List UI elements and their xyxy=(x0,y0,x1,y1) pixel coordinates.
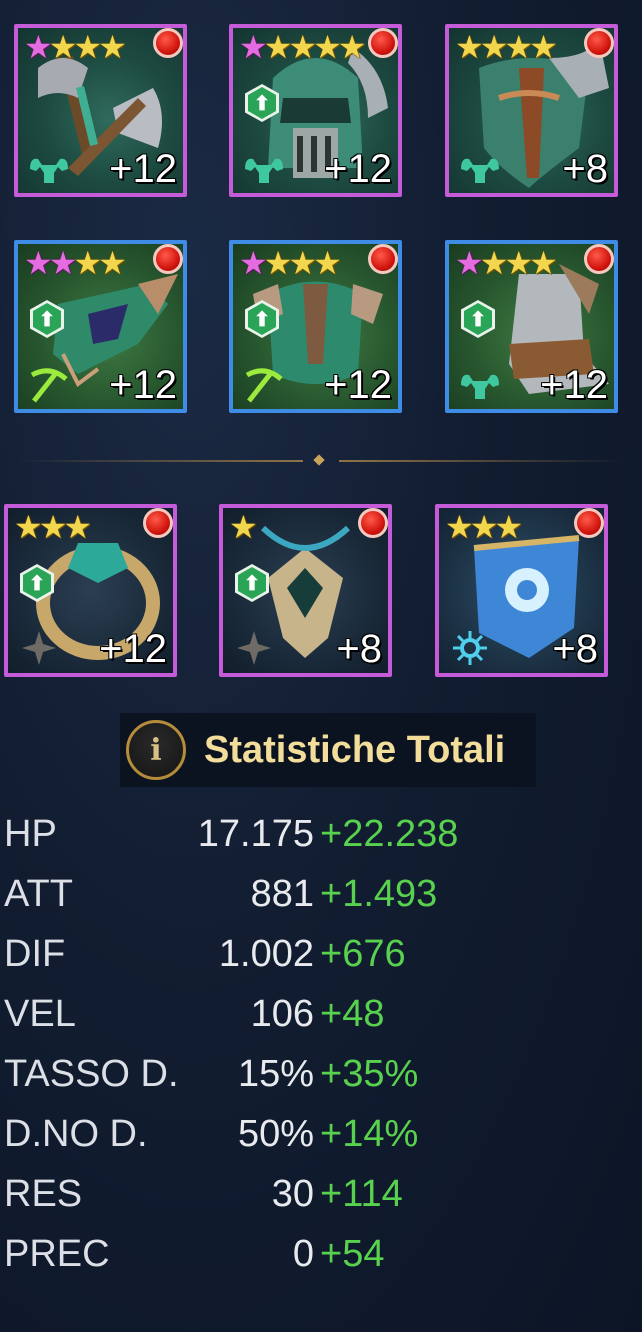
star-rating: ★ ★ ★ ★ xyxy=(239,245,342,281)
stat-label: ATT xyxy=(4,873,73,915)
artifact-slot-boots[interactable]: ★ ★ ★ ★ ⬆ +12 xyxy=(445,240,618,413)
stat-value: 1.002 xyxy=(218,933,314,975)
artifact-slot-helmet[interactable]: ★ ★ ★ ★ ★ ⬆ +12 xyxy=(229,24,402,197)
stat-row-hp: HP 17.175 +22.238 xyxy=(4,804,604,864)
muscle-icon xyxy=(245,158,283,183)
stat-value: 50% xyxy=(237,1113,314,1155)
stat-label: DIF xyxy=(4,933,66,975)
notification-dot xyxy=(153,244,183,274)
muscle-icon xyxy=(461,158,499,183)
stat-bonus: +35% xyxy=(320,1053,419,1095)
pickaxe-icon xyxy=(30,368,68,403)
stat-label: HP xyxy=(4,813,57,855)
stat-label: VEL xyxy=(4,993,76,1035)
level-label: +8 xyxy=(336,627,382,671)
star-rating: ★ ★ ★ xyxy=(445,509,524,545)
stat-value: 15% xyxy=(237,1053,314,1095)
artifact-slot-weapon[interactable]: ★ ★ ★ ★ +12 xyxy=(14,24,187,197)
notification-dot xyxy=(153,28,183,58)
sun-icon xyxy=(453,631,487,665)
stat-label: RES xyxy=(4,1173,83,1215)
stat-bonus: +1.493 xyxy=(320,873,438,915)
level-label: +8 xyxy=(562,147,608,191)
stat-value: 881 xyxy=(250,873,314,915)
stats-header: i Statistiche Totali xyxy=(120,713,536,787)
stats-title: Statistiche Totali xyxy=(204,728,506,771)
stat-label: D.NO D. xyxy=(4,1113,148,1155)
pickaxe-icon xyxy=(245,368,283,403)
stat-row-prec: PREC 0 +54 xyxy=(4,1224,604,1284)
star-rating: ★ ★ ★ ★ xyxy=(455,245,558,281)
stat-bonus: +22.238 xyxy=(320,813,459,855)
notification-dot xyxy=(584,28,614,58)
info-icon[interactable]: i xyxy=(126,720,186,780)
notification-dot xyxy=(358,508,388,538)
accessory-slot-ring[interactable]: ★ ★ ★ ⬆ +12 xyxy=(4,504,177,677)
stats-table: HP 17.175 +22.238 ATT 881 +1.493 DIF 1.0… xyxy=(4,804,604,1284)
stat-value: 106 xyxy=(250,993,314,1035)
star-rating: ★ ★ ★ ★ xyxy=(455,29,558,65)
level-label: +12 xyxy=(540,363,608,407)
stat-row-crit-damage: D.NO D. 50% +14% xyxy=(4,1104,604,1164)
accessory-slot-amulet[interactable]: ★ ⬆ +8 xyxy=(219,504,392,677)
star-rating: ★ ★ ★ xyxy=(14,509,93,545)
stat-value: 0 xyxy=(292,1233,314,1275)
notification-dot xyxy=(368,244,398,274)
stat-label: TASSO D. xyxy=(4,1053,179,1095)
stat-row-att: ATT 881 +1.493 xyxy=(4,864,604,924)
notification-dot xyxy=(368,28,398,58)
stat-bonus: +54 xyxy=(320,1233,385,1275)
star-rating: ★ xyxy=(229,509,258,545)
level-label: +12 xyxy=(99,627,167,671)
accessory-slot-banner[interactable]: ★ ★ ★ +8 xyxy=(435,504,608,677)
stat-label: PREC xyxy=(4,1233,110,1275)
stat-value: 30 xyxy=(271,1173,314,1215)
artifact-slot-chest[interactable]: ★ ★ ★ ★ ⬆ +12 xyxy=(229,240,402,413)
stat-value: 17.175 xyxy=(197,813,314,855)
stat-row-vel: VEL 106 +48 xyxy=(4,984,604,1044)
stat-row-res: RES 30 +114 xyxy=(4,1164,604,1224)
level-label: +8 xyxy=(552,627,598,671)
level-label: +12 xyxy=(324,363,392,407)
compass-icon xyxy=(237,631,271,665)
level-label: +12 xyxy=(109,363,177,407)
artifact-slot-gloves[interactable]: ★ ★ ★ ★ ⬆ +12 xyxy=(14,240,187,413)
compass-icon xyxy=(22,631,56,665)
star-rating: ★ ★ ★ ★ ★ xyxy=(239,29,367,65)
muscle-icon xyxy=(30,158,68,183)
muscle-icon xyxy=(461,374,499,399)
star-rating: ★ ★ ★ ★ xyxy=(24,245,127,281)
stat-row-dif: DIF 1.002 +676 xyxy=(4,924,604,984)
level-label: +12 xyxy=(324,147,392,191)
section-divider xyxy=(18,454,624,466)
level-label: +12 xyxy=(109,147,177,191)
stat-bonus: +114 xyxy=(320,1173,403,1215)
stat-bonus: +14% xyxy=(320,1113,419,1155)
notification-dot xyxy=(574,508,604,538)
stat-row-crit-rate: TASSO D. 15% +35% xyxy=(4,1044,604,1104)
notification-dot xyxy=(143,508,173,538)
stat-bonus: +48 xyxy=(320,993,385,1035)
star-rating: ★ ★ ★ ★ xyxy=(24,29,127,65)
notification-dot xyxy=(584,244,614,274)
artifact-slot-shield[interactable]: ★ ★ ★ ★ +8 xyxy=(445,24,618,197)
stat-bonus: +676 xyxy=(320,933,406,975)
